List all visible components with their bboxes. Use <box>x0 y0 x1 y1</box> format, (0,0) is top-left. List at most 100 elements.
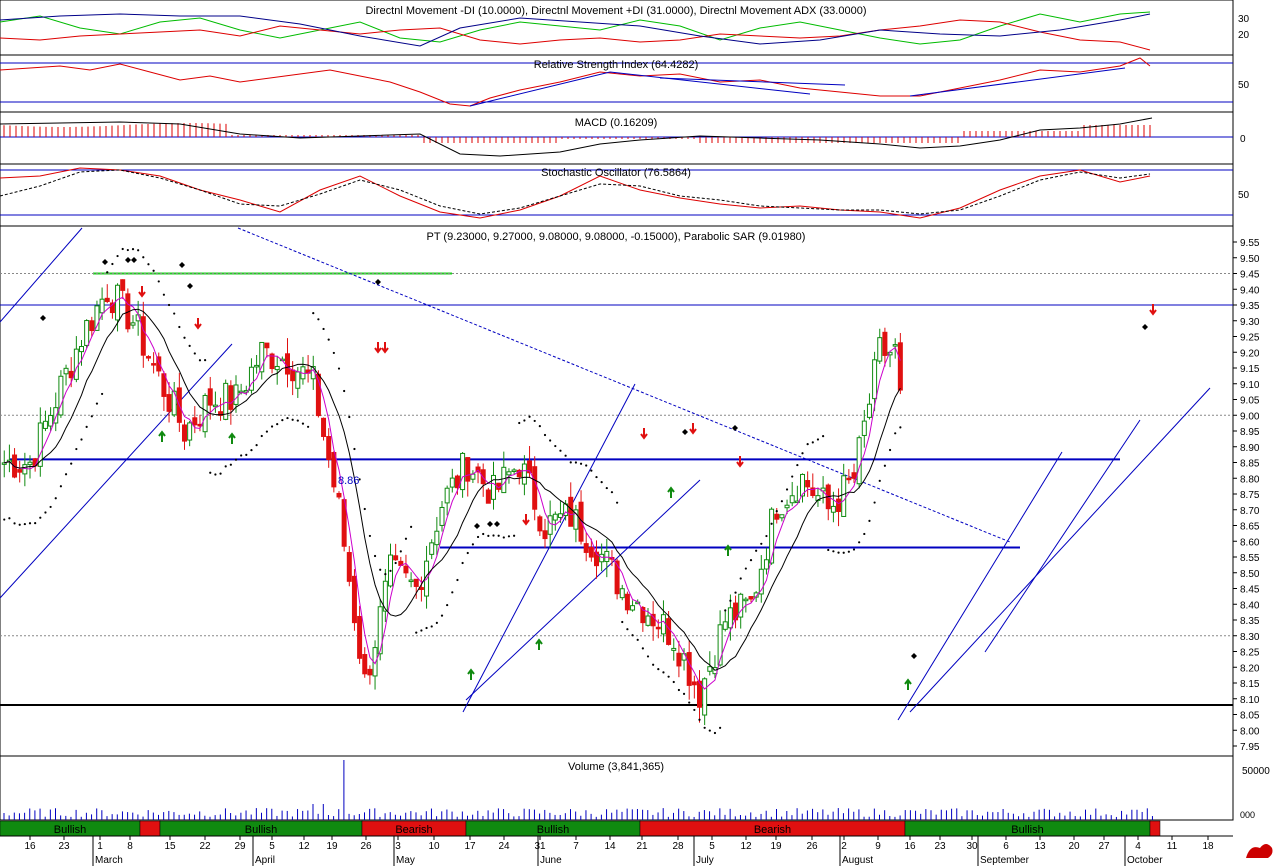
x-month-label: May <box>396 855 415 866</box>
candle-body <box>511 469 517 472</box>
x-day-label: 16 <box>904 841 916 852</box>
adx-line <box>0 13 1151 47</box>
sar-dot <box>296 419 299 422</box>
x-month-label: March <box>95 855 123 866</box>
x-month-label: October <box>1127 855 1163 866</box>
x-day-label: 5 <box>709 841 715 852</box>
sar-dot <box>121 247 124 251</box>
sell-arrow <box>138 286 146 298</box>
sar-dot <box>173 312 176 315</box>
candle-body <box>42 420 48 429</box>
sar-dot <box>806 443 809 446</box>
sar-dot <box>600 481 603 484</box>
candle-body <box>151 363 157 366</box>
sar-dot <box>734 591 737 594</box>
sell-arrow <box>374 342 382 354</box>
candle-body <box>403 565 409 574</box>
x-day-label: 17 <box>464 841 476 852</box>
price-tick-label: 8.85 <box>1240 459 1260 470</box>
sar-dot <box>688 701 691 704</box>
candle-body <box>506 471 512 476</box>
sar-dot <box>75 447 78 451</box>
sar-dot <box>106 271 109 274</box>
candle-body <box>27 461 33 466</box>
x-day-label: 29 <box>234 841 246 852</box>
sar-dot <box>188 344 191 347</box>
price-tick-label: 8.60 <box>1240 537 1260 548</box>
signal-diamond <box>474 523 480 529</box>
sar-dot <box>142 256 145 259</box>
sar-dot <box>585 464 588 467</box>
sar-dot <box>749 558 753 562</box>
sar-dot <box>487 534 490 537</box>
candle-body <box>84 320 90 346</box>
sar-dot <box>507 535 511 538</box>
candle-body <box>274 365 280 371</box>
sar-dot <box>343 389 346 393</box>
sar-dot <box>425 626 428 630</box>
sar-dot <box>822 435 825 438</box>
macd-panel: MACD (0.16209) 0 <box>0 117 1246 157</box>
candle-body <box>619 588 625 599</box>
buy-arrow <box>228 432 236 444</box>
price-tick-label: 8.00 <box>1240 726 1260 737</box>
sar-dot <box>162 293 165 296</box>
sar-dot <box>291 418 294 421</box>
candle-body <box>583 543 589 553</box>
price-tick-label: 8.40 <box>1240 600 1260 611</box>
candle-body <box>295 371 301 389</box>
x-day-label: 13 <box>1034 841 1046 852</box>
candle-body <box>604 550 610 563</box>
logo-icon <box>1246 844 1273 858</box>
volume-panel: Volume (3,841,365) 50000 000 <box>3 760 1270 820</box>
sar-dot <box>502 536 505 539</box>
candle-body <box>408 579 414 583</box>
price-tick-label: 8.75 <box>1240 490 1260 501</box>
sar-dot <box>482 532 485 536</box>
x-day-label: 5 <box>269 841 275 852</box>
price-tick-label: 9.00 <box>1240 411 1260 422</box>
candle-body <box>624 593 630 611</box>
sar-dot <box>255 444 258 447</box>
sar-dot <box>440 614 444 617</box>
candle-body <box>789 495 795 504</box>
x-day-label: 6 <box>1003 841 1009 852</box>
sar-dot <box>44 511 47 514</box>
sar-dot <box>49 505 52 509</box>
dmi-tick-30: 30 <box>1238 14 1250 25</box>
candle-body <box>73 348 79 380</box>
candle-body <box>846 477 852 481</box>
candle-body <box>748 596 754 600</box>
x-month-label: September <box>980 855 1030 866</box>
candle-body <box>331 452 337 488</box>
sar-dot <box>152 269 155 272</box>
dmi-tick-20: 20 <box>1238 30 1250 41</box>
sar-dot <box>214 473 217 476</box>
price-tick-label: 8.25 <box>1240 648 1260 659</box>
price-tick-label: 9.20 <box>1240 348 1260 359</box>
candle-body <box>630 605 636 611</box>
buy-arrow <box>724 544 732 556</box>
sar-dot <box>167 303 171 307</box>
x-day-label: 11 <box>1167 841 1178 852</box>
candle-body <box>413 578 419 587</box>
x-day-label: 3 <box>395 841 401 852</box>
sar-dot <box>451 591 454 594</box>
sar-dot <box>888 448 892 452</box>
signal-diamond <box>682 429 688 435</box>
x-day-label: 10 <box>428 841 440 852</box>
sar-dot <box>245 453 248 456</box>
x-month-label: June <box>540 855 562 866</box>
sar-dot <box>307 425 310 428</box>
candle-body <box>17 469 23 473</box>
signal-diamond <box>911 653 917 659</box>
sar-dot <box>518 421 521 425</box>
sar-dot <box>476 535 480 539</box>
candle-body <box>182 424 187 442</box>
x-day-label: 7 <box>573 841 579 852</box>
dmi-title: Directnl Movement -DI (10.0000), Directn… <box>365 5 866 17</box>
candle-body <box>460 452 466 491</box>
sar-dot <box>59 485 63 488</box>
sar-dot <box>3 518 6 521</box>
candle-body <box>228 385 234 410</box>
